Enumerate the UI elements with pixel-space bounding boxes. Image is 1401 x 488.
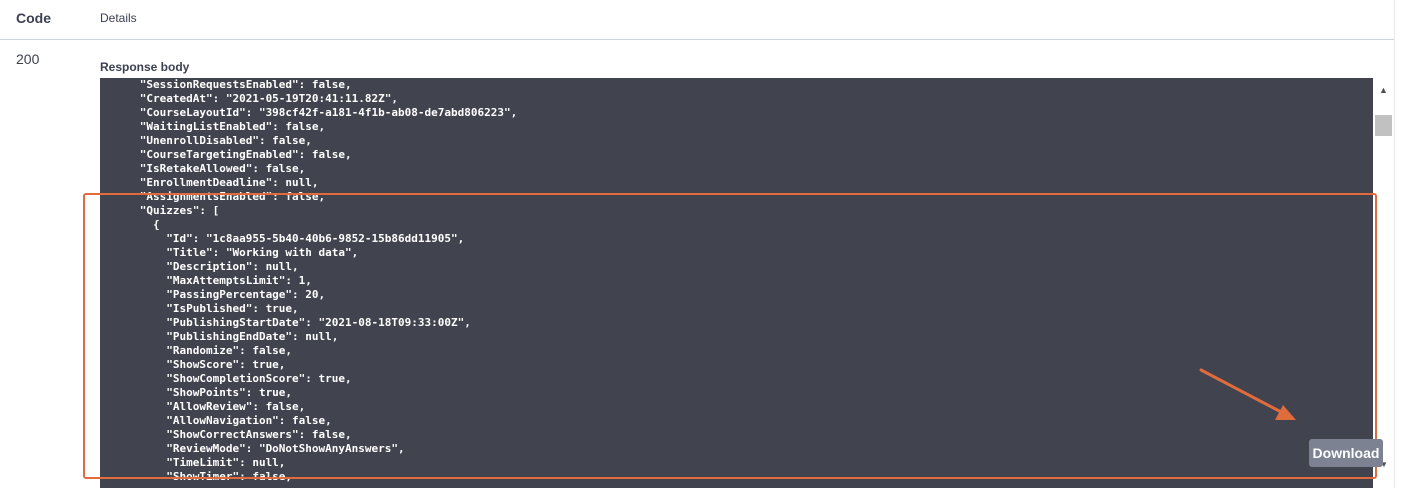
panel-right-border [1394, 0, 1395, 488]
response-body-text: "SessionRequestsEnabled": false, "Create… [100, 78, 518, 484]
code-line: "UnenrollDisabled": false, [100, 134, 312, 147]
download-button[interactable]: Download [1309, 439, 1383, 467]
code-line: "MaxAttemptsLimit": 1, [100, 274, 312, 287]
code-line: "ShowCompletionScore": true, [100, 372, 352, 385]
response-panel: Code Details 200 Response body "SessionR… [0, 0, 1401, 488]
code-line: "SessionRequestsEnabled": false, [100, 78, 352, 91]
code-line: "Quizzes": [ [100, 204, 220, 217]
scroll-up-arrow-icon[interactable]: ▲ [1379, 84, 1388, 96]
response-body-code[interactable]: "SessionRequestsEnabled": false, "Create… [100, 78, 1373, 488]
header-divider [0, 39, 1394, 40]
code-line: "PublishingStartDate": "2021-08-18T09:33… [100, 316, 471, 329]
column-header-details: Details [100, 11, 137, 25]
code-line: "EnrollmentDeadline": null, [100, 176, 319, 189]
scrollbar-thumb[interactable] [1375, 115, 1392, 136]
code-line: "Id": "1c8aa955-5b40-40b6-9852-15b86dd11… [100, 232, 465, 245]
code-line: "WaitingListEnabled": false, [100, 120, 326, 133]
response-status-code: 200 [16, 51, 40, 67]
response-body-label: Response body [100, 60, 190, 74]
code-line: "ShowPoints": true, [100, 386, 293, 399]
code-line: { [100, 218, 160, 231]
code-line: "Title": "Working with data", [100, 246, 359, 259]
code-line: "ShowScore": true, [100, 358, 286, 371]
code-line: "IsRetakeAllowed": false, [100, 162, 306, 175]
response-body-scrollbar[interactable] [1373, 78, 1394, 488]
code-line: "AllowNavigation": false, [100, 414, 332, 427]
code-line: "ReviewMode": "DoNotShowAnyAnswers", [100, 442, 405, 455]
code-line: "CourseTargetingEnabled": false, [100, 148, 352, 161]
code-line: "ShowCorrectAnswers": false, [100, 428, 352, 441]
code-line: "CreatedAt": "2021-05-19T20:41:11.82Z", [100, 92, 399, 105]
code-line: "CourseLayoutId": "398cf42f-a181-4f1b-ab… [100, 106, 518, 119]
column-header-code: Code [16, 10, 51, 26]
code-line: "PublishingEndDate": null, [100, 330, 339, 343]
code-line: "AssignmentsEnabled": false, [100, 190, 326, 203]
code-line: "IsPublished": true, [100, 302, 299, 315]
code-line: "PassingPercentage": 20, [100, 288, 326, 301]
code-line: "AllowReview": false, [100, 400, 306, 413]
code-line: "ShowTimer": false, [100, 470, 293, 483]
code-line: "Randomize": false, [100, 344, 293, 357]
code-line: "TimeLimit": null, [100, 456, 286, 469]
code-line: "Description": null, [100, 260, 299, 273]
